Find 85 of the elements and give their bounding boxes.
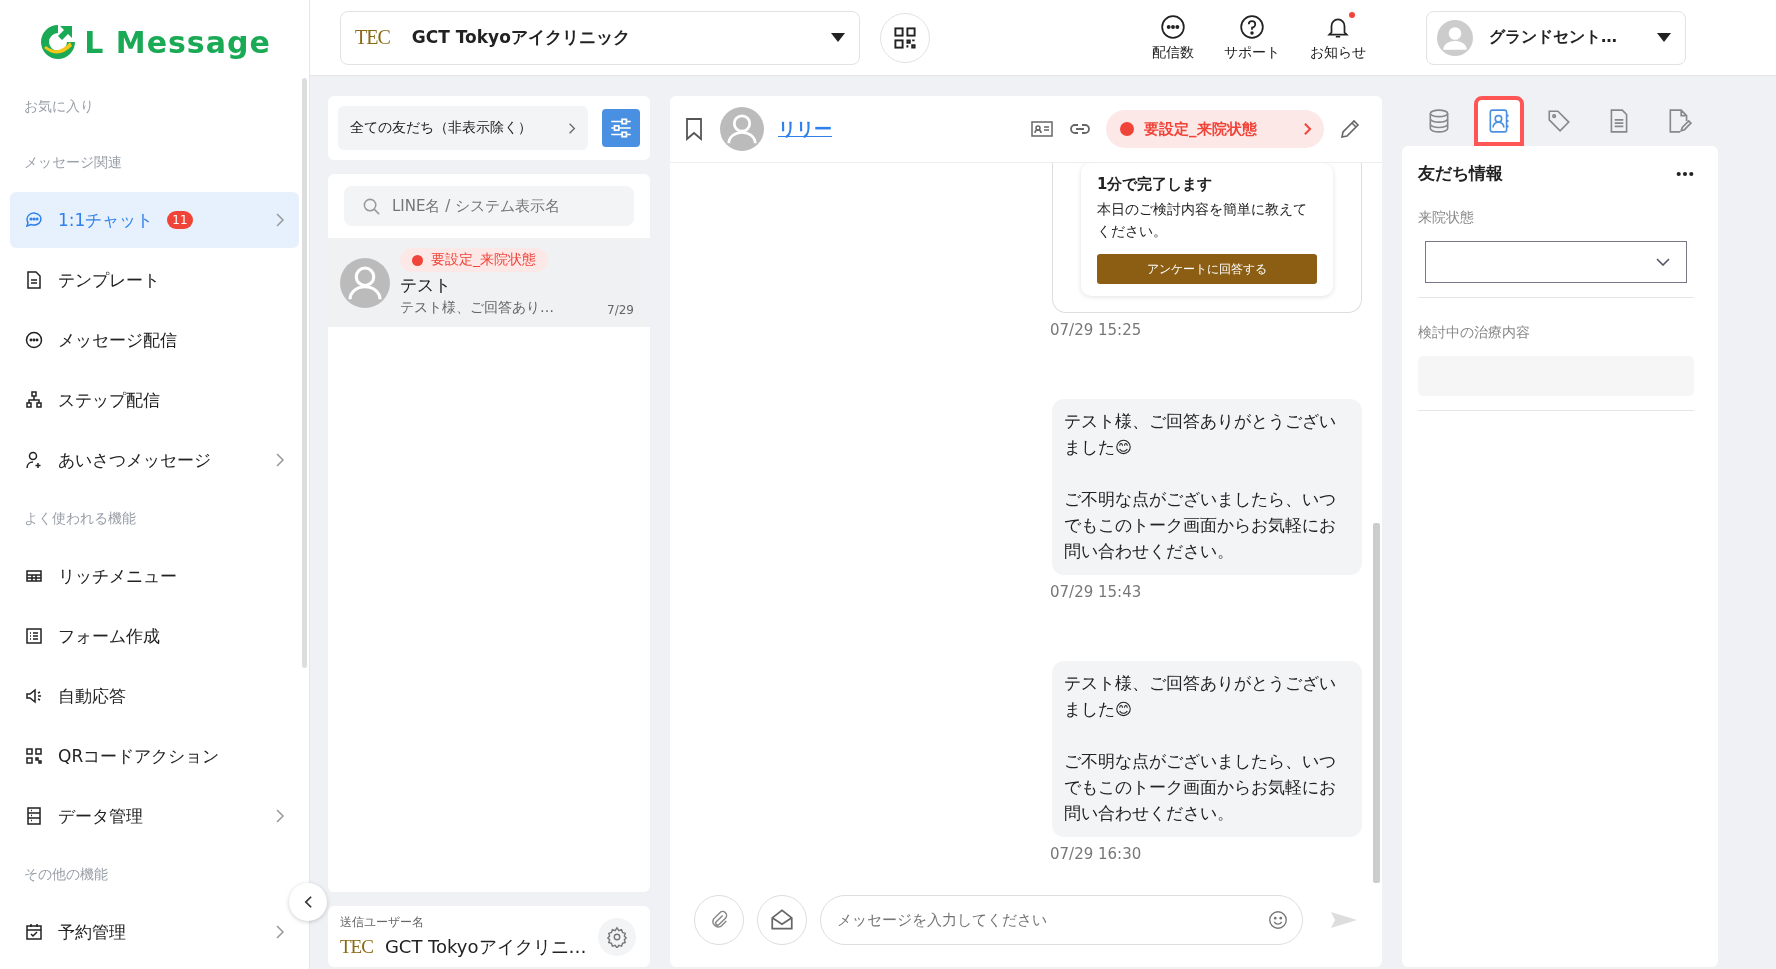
nav-item[interactable]: テンプレート: [10, 252, 299, 308]
qr-code-icon: [24, 746, 44, 766]
chevron-right-icon: [1303, 122, 1312, 136]
header-action[interactable]: お知らせ: [1310, 13, 1366, 62]
section-label: その他の機能: [23, 865, 109, 884]
envelope-icon: [769, 907, 795, 933]
nav-item[interactable]: リッチメニュー: [10, 548, 299, 604]
count-badge: 11: [167, 211, 193, 229]
attach-button[interactable]: [694, 895, 744, 945]
nav-item[interactable]: 1:1チャット 11: [10, 192, 299, 248]
survey-button[interactable]: アンケートに回答する: [1097, 254, 1317, 284]
list-icon: [24, 626, 44, 646]
chat-bubble-icon: [24, 210, 44, 230]
search-icon: [362, 197, 381, 216]
nav-item[interactable]: 予約管理: [10, 904, 299, 960]
collapse-button[interactable]: [289, 883, 327, 921]
field-label: 来院状態: [1418, 209, 1475, 227]
nav-item[interactable]: あいさつメッセージ: [10, 432, 299, 488]
friend-filter[interactable]: 全ての友だち（非表示除く）: [338, 106, 588, 150]
database-icon: [24, 806, 44, 826]
nav-item[interactable]: データ管理: [10, 788, 299, 844]
scrollbar[interactable]: [1373, 523, 1380, 883]
calendar-icon: [24, 922, 44, 942]
document-icon: [24, 270, 44, 290]
help-icon: [1239, 13, 1265, 40]
person-plus-icon: [24, 450, 44, 470]
nav-item[interactable]: ステップ配信: [10, 372, 299, 428]
gear-icon: [606, 925, 628, 948]
section-label: お気に入り: [23, 97, 95, 116]
speaker-icon: [24, 686, 44, 706]
user-menu[interactable]: グランドセント…: [1426, 10, 1686, 65]
hierarchy-icon: [24, 390, 44, 410]
sender-name: GCT Tokyoアイクリニ…: [384, 935, 587, 959]
friend-name-link[interactable]: リリー: [778, 117, 832, 141]
message-bubble: テスト様、ご回答ありがとうございました😊 ご不明な点がございましたら、いつでもこのトーク画面からお気軽にお問い合わせください。: [1052, 399, 1362, 575]
panel-title: 友だち情報: [1418, 162, 1503, 185]
friend-row[interactable]: 要設定_来院状態 テスト テスト様、ご回答あり… 7/29: [328, 238, 650, 327]
header-action[interactable]: 配信数: [1152, 13, 1194, 62]
header-action[interactable]: サポート: [1224, 13, 1280, 62]
avatar-icon: [720, 107, 764, 151]
message-date: 7/29: [607, 303, 634, 317]
message-bubble: テスト様、ご回答ありがとうございました😊 ご不明な点がございましたら、いつでもこのトーク画面からお気軽にお問い合わせください。: [1052, 661, 1362, 837]
panel-tab[interactable]: [1474, 96, 1524, 146]
pencil-icon[interactable]: [1338, 117, 1362, 141]
avatar-icon: [340, 257, 390, 308]
speech-bubble-icon: [24, 330, 44, 350]
dropdown-arrow-icon: [1657, 33, 1671, 42]
chevron-left-icon: [303, 895, 313, 909]
message-time: 07/29 15:43: [1050, 582, 1142, 603]
clinic-logo: TEC: [355, 26, 390, 49]
tag-icon: [1546, 108, 1572, 134]
envelope-button[interactable]: [757, 895, 807, 945]
nav-item[interactable]: メッセージ配信: [10, 312, 299, 368]
more-icon[interactable]: [1676, 170, 1694, 177]
section-label: よく使われる機能: [23, 509, 137, 528]
scrollbar[interactable]: [302, 78, 307, 668]
dropdown-arrow-icon: [831, 33, 845, 42]
field-label: 検討中の治療内容: [1418, 324, 1531, 342]
filter-settings-button[interactable]: [602, 109, 640, 147]
section-label: メッセージ関連: [23, 153, 123, 172]
speech-bubble-icon: [1160, 13, 1186, 40]
logo-text: L Message: [84, 24, 271, 60]
message-time: 07/29 15:25: [1050, 320, 1142, 341]
card-title: 1分で完了します: [1097, 175, 1214, 194]
qr-code-icon: [893, 25, 917, 50]
chevron-down-icon: [1656, 258, 1670, 266]
nav-item[interactable]: フォーム作成: [10, 608, 299, 664]
nav-item[interactable]: 自動応答: [10, 668, 299, 724]
select-field[interactable]: [1425, 241, 1687, 283]
sliders-icon: [608, 115, 634, 141]
search-field[interactable]: LINE名 / システム表示名: [344, 186, 634, 226]
account-selector[interactable]: TEC GCT Tokyoアイクリニック: [340, 10, 860, 65]
avatar-icon: [1437, 19, 1473, 56]
sender-label: 送信ユーザー名: [340, 914, 425, 931]
status-tag: 要設定_来院状態: [400, 248, 548, 272]
chevron-right-icon: [568, 121, 576, 135]
friend-name: テスト: [400, 274, 451, 297]
message-time: 07/29 16:30: [1050, 844, 1142, 865]
clinic-logo: TEC: [340, 936, 373, 958]
card-text: 本日のご検討内容を簡単に教えてください。: [1097, 200, 1308, 241]
settings-button[interactable]: [598, 917, 636, 956]
emoji-icon[interactable]: [1267, 909, 1289, 931]
message-preview: テスト様、ご回答あり…: [400, 299, 554, 317]
nav-item[interactable]: QRコードアクション: [10, 728, 299, 784]
message-input[interactable]: メッセージを入力してください: [820, 895, 1303, 945]
